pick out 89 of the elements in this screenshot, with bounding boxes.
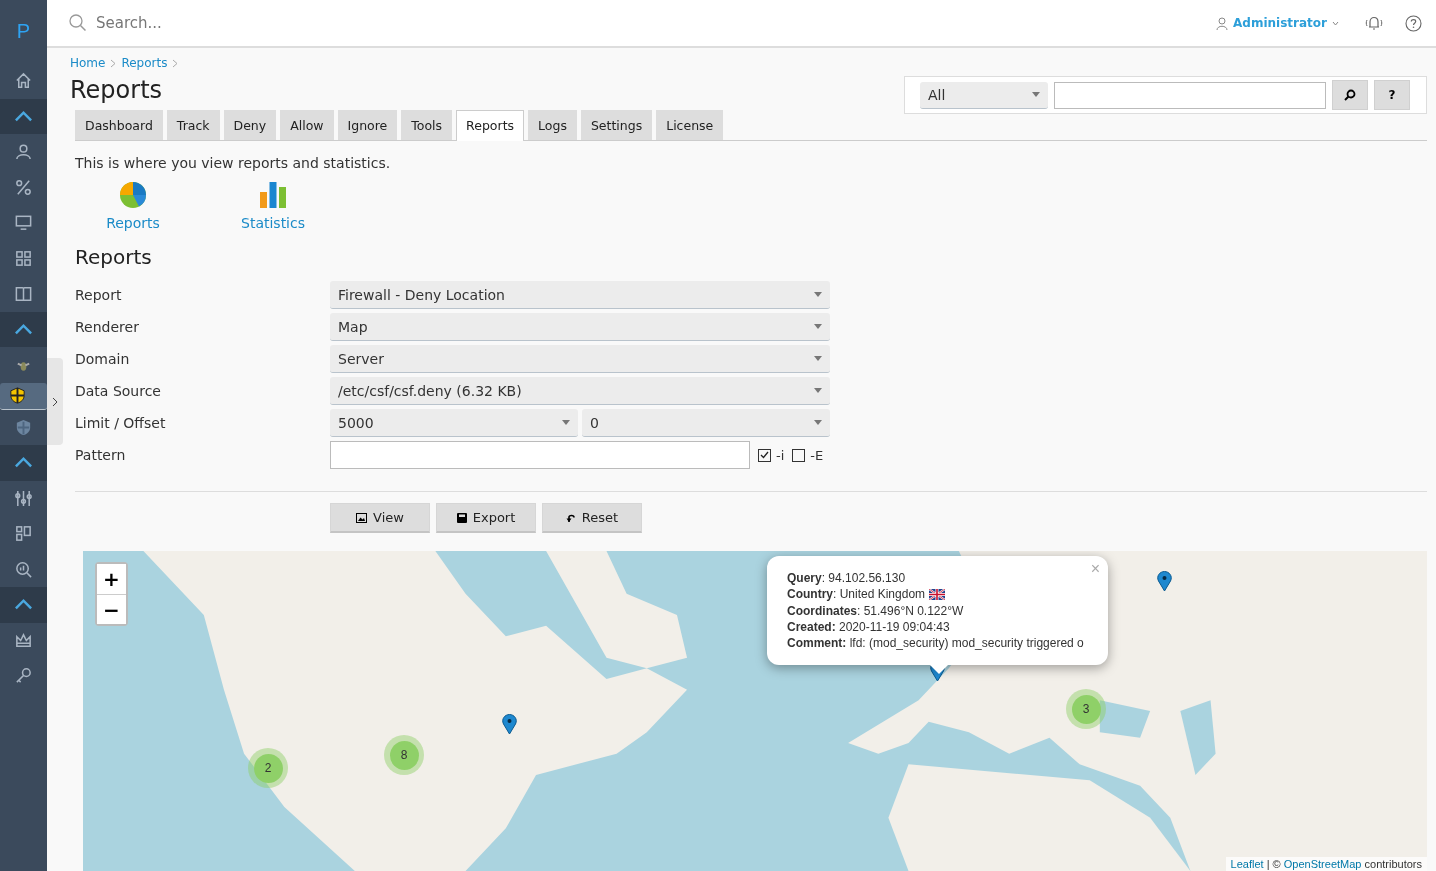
shield-icon	[14, 417, 33, 437]
magnifier-chart-icon	[14, 559, 33, 579]
field-label: Report	[75, 287, 123, 303]
dropdown[interactable]: 5000	[330, 409, 578, 437]
map-pin-icon[interactable]	[1157, 571, 1172, 592]
field-label: Limit / Offset	[75, 415, 167, 431]
collapse-toggle[interactable]	[0, 445, 47, 481]
action-button[interactable]: View	[330, 503, 430, 533]
key-icon	[14, 666, 33, 686]
tab[interactable]: License	[656, 110, 724, 140]
book-icon	[14, 284, 33, 304]
dropdown[interactable]: Firewall - Deny Location	[330, 281, 830, 309]
home-icon	[14, 71, 33, 91]
undo-icon	[565, 512, 576, 523]
popup-line: Comment: lfd: (mod_security) mod_security triggered o	[787, 635, 1084, 652]
popup-line: Country: United Kingdom	[787, 586, 926, 603]
map-attribution: Leaflet | © OpenStreetMap contributors	[1225, 857, 1427, 871]
popup-line: Created: 2020-11-19 09:04:43	[787, 618, 950, 636]
action-button[interactable]: Reset	[542, 503, 642, 533]
tab[interactable]: Deny	[223, 110, 277, 140]
search-field[interactable]: Search...	[94, 13, 398, 33]
page-title: Reports	[70, 76, 164, 104]
action-button[interactable]: Export	[436, 503, 536, 533]
map-pin-icon[interactable]	[502, 714, 517, 735]
popup-line: Coordinates: 51.496°N 0.122°W	[787, 602, 964, 619]
field-label: Renderer	[75, 319, 140, 335]
bar-chart-icon	[259, 181, 287, 209]
attribution-link[interactable]: Leaflet	[1230, 858, 1264, 870]
dropdown[interactable]: Map	[330, 313, 830, 341]
section-title: Reports	[75, 245, 153, 269]
search-icon	[1344, 89, 1356, 101]
checkbox[interactable]	[792, 448, 806, 462]
image-icon	[356, 512, 368, 523]
shield-icon	[8, 386, 27, 405]
tab[interactable]: Logs	[528, 110, 577, 140]
checkbox[interactable]	[758, 448, 771, 462]
tab[interactable]: Reports	[456, 110, 525, 141]
caret-icon	[1332, 20, 1339, 26]
checkbox-label: -E	[810, 447, 824, 463]
bell-icon[interactable]	[1365, 14, 1383, 32]
search-icon	[69, 14, 87, 32]
chevron-icon	[110, 58, 117, 68]
checkbox-label: -i	[776, 447, 785, 463]
person-icon	[14, 142, 33, 162]
field-label: Pattern	[75, 447, 127, 463]
tab[interactable]: Allow	[280, 110, 334, 140]
tab[interactable]: Ignore	[337, 110, 398, 140]
sliders-icon	[14, 488, 33, 508]
tab[interactable]: Tools	[401, 110, 453, 140]
dropdown[interactable]: /etc/csf/csf.deny (6.32 KB)	[330, 377, 830, 405]
scope-select[interactable]: All	[920, 81, 1048, 109]
search-button[interactable]	[1332, 80, 1368, 110]
quick-search-field[interactable]	[1054, 81, 1326, 109]
dropdown[interactable]: 0	[582, 409, 830, 437]
field-label: Data Source	[75, 383, 162, 399]
layout-icon	[14, 524, 33, 544]
field-label: Domain	[75, 351, 131, 367]
user-icon	[1216, 16, 1229, 30]
shortcut-link[interactable]: Reports	[83, 181, 183, 231]
marker-cluster[interactable]: 2	[248, 748, 288, 788]
tab[interactable]: Settings	[580, 110, 653, 140]
help-button[interactable]: ?	[1374, 80, 1410, 110]
breadcrumb-link[interactable]: Reports	[121, 56, 168, 70]
percent-icon	[14, 177, 33, 197]
grid-icon	[14, 248, 33, 268]
monitor-icon	[14, 213, 33, 233]
floppy-icon	[456, 512, 467, 523]
pie-chart-icon	[119, 181, 147, 209]
popup-line: Query: 94.102.56.130	[787, 570, 906, 587]
marker-cluster[interactable]: 3	[1066, 689, 1106, 729]
attribution-link[interactable]: OpenStreetMap	[1283, 858, 1362, 870]
chevron-icon	[172, 58, 179, 68]
flag-icon	[929, 588, 946, 600]
collapse-toggle[interactable]	[0, 587, 47, 623]
collapse-toggle[interactable]	[0, 98, 47, 134]
sidebar-item[interactable]	[0, 382, 47, 410]
crown-icon	[14, 630, 33, 650]
dropdown[interactable]: Server	[330, 345, 830, 373]
shortcut-link[interactable]: Statistics	[223, 181, 323, 231]
tab[interactable]: Dashboard	[75, 110, 163, 140]
breadcrumb-link[interactable]: Home	[70, 56, 106, 70]
collapse-toggle[interactable]	[0, 311, 47, 347]
pattern-field[interactable]	[330, 441, 750, 469]
page-description: This is where you view reports and statistics.	[75, 155, 392, 171]
sidebar-expand-handle[interactable]	[47, 358, 63, 445]
zoom-out-button[interactable]: −	[97, 594, 126, 624]
help-icon[interactable]	[1405, 14, 1422, 32]
tab[interactable]: Track	[166, 110, 220, 140]
marker-cluster[interactable]: 8	[384, 735, 424, 775]
